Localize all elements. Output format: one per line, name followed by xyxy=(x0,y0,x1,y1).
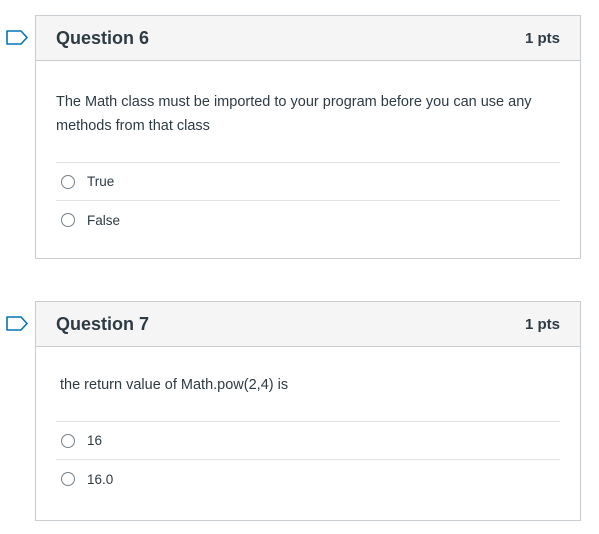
question-6-body: The Math class must be imported to your … xyxy=(36,61,580,239)
question-7-text: the return value of Math.pow(2,4) is xyxy=(60,377,289,393)
answer-label: False xyxy=(87,212,121,228)
radio-unchecked-icon[interactable] xyxy=(61,433,75,448)
question-7-points: 1 pts xyxy=(524,315,560,333)
flag-question-7-icon[interactable] xyxy=(6,316,28,331)
question-7-header: Question 7 1 pts xyxy=(36,302,580,347)
question-6-card: Question 6 1 pts The Math class must be … xyxy=(35,15,581,259)
radio-unchecked-icon[interactable] xyxy=(61,174,75,189)
answer-option-false[interactable]: False xyxy=(56,201,560,239)
question-7-body: the return value of Math.pow(2,4) is 16 … xyxy=(36,347,580,498)
radio-unchecked-icon[interactable] xyxy=(61,472,75,486)
question-6-title: Question 6 xyxy=(56,27,150,48)
answer-option-true[interactable]: True xyxy=(56,163,560,201)
question-7-card: Question 7 1 pts the return value of Mat… xyxy=(35,301,581,521)
answer-label: True xyxy=(87,174,115,189)
question-6-text: The Math class must be imported to your … xyxy=(56,94,532,134)
question-6-answers: True False xyxy=(56,162,560,239)
question-6-points: 1 pts xyxy=(524,29,560,47)
radio-unchecked-icon[interactable] xyxy=(61,213,75,227)
answer-option-16[interactable]: 16 xyxy=(56,422,560,460)
question-7-answers: 16 16.0 xyxy=(56,421,560,498)
answer-label: 16 xyxy=(87,433,103,448)
answer-label: 16.0 xyxy=(87,471,114,487)
question-7-title: Question 7 xyxy=(56,313,150,334)
quiz-page: Question 6 1 pts The Math class must be … xyxy=(0,0,599,534)
flag-question-6-icon[interactable] xyxy=(6,30,28,45)
answer-option-16-0[interactable]: 16.0 xyxy=(56,460,560,498)
question-6-header: Question 6 1 pts xyxy=(36,16,580,61)
